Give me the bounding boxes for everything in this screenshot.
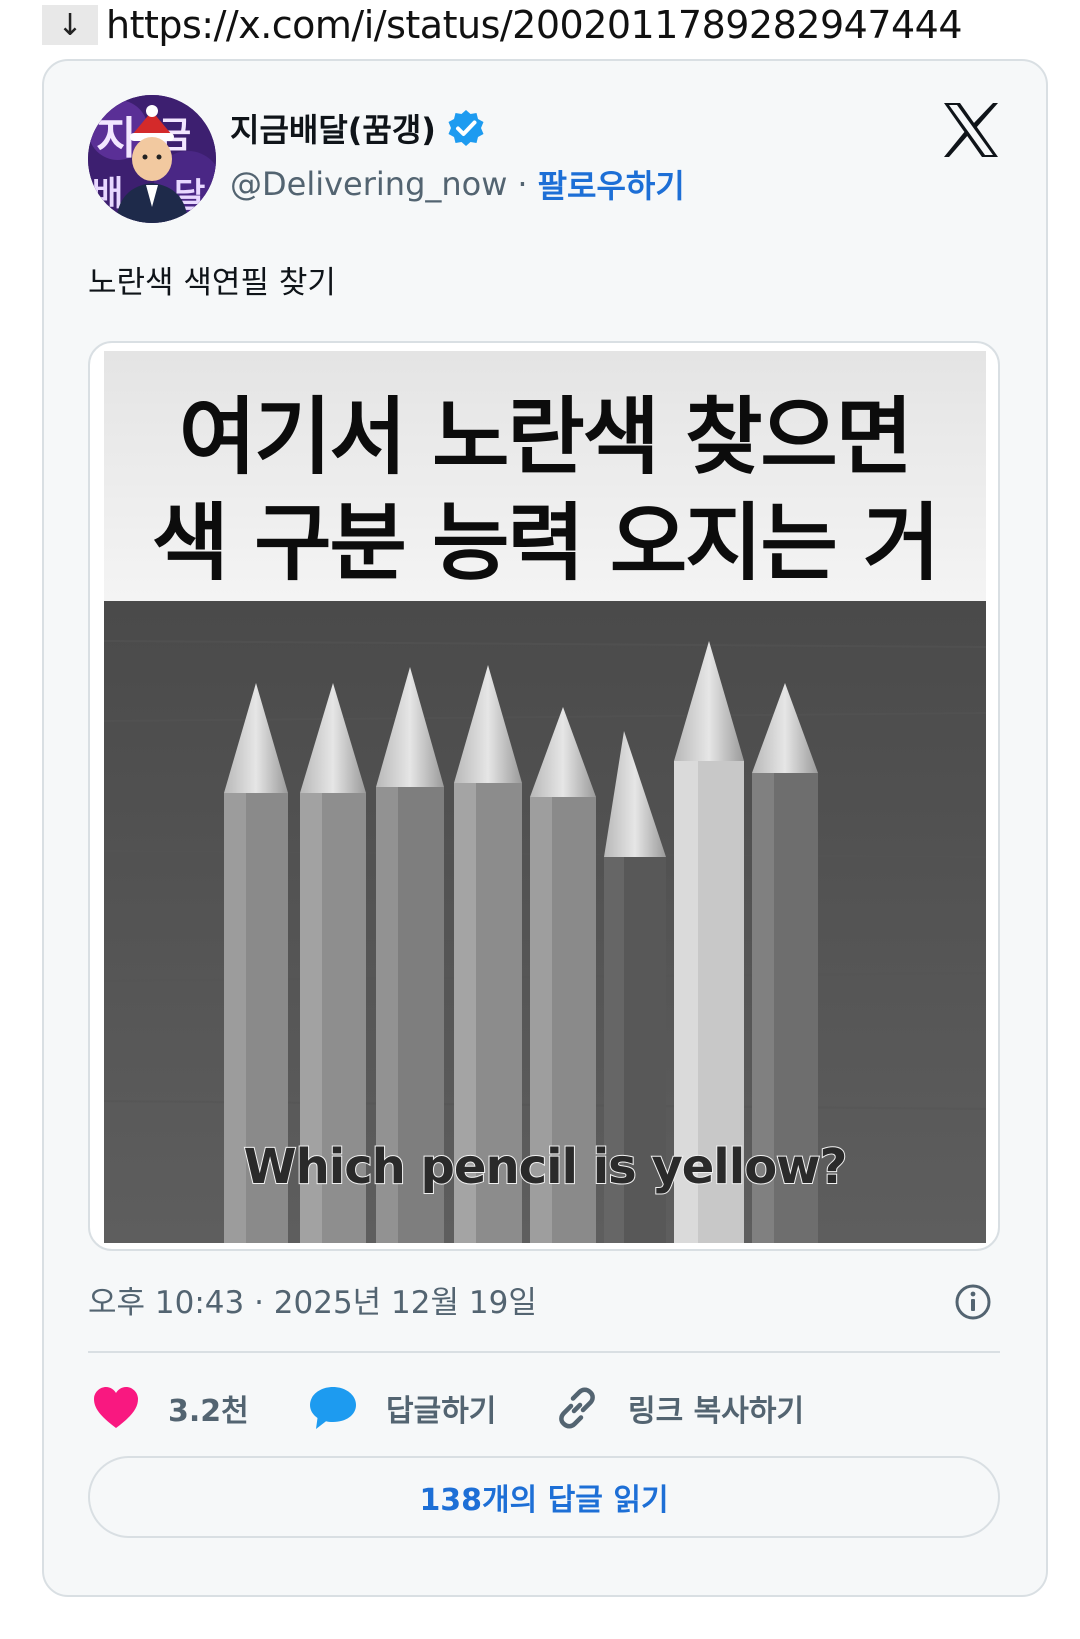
media-header: 여기서 노란색 찾으면 색 구분 능력 오지는 거 xyxy=(104,351,986,601)
url-text[interactable]: https://x.com/i/status/20020117892829474… xyxy=(106,3,963,47)
follow-link[interactable]: 팔로우하기 xyxy=(538,161,685,207)
heart-icon xyxy=(94,1387,138,1428)
display-name-text[interactable]: 지금배달(꿈갱) xyxy=(230,105,436,151)
action-bar: 3.2천 답글하기 링크 복사하기 xyxy=(88,1373,1000,1443)
divider xyxy=(88,1351,1000,1353)
url-bar[interactable]: ↓ https://x.com/i/status/200201178928294… xyxy=(42,0,963,50)
svg-text:배: 배 xyxy=(92,174,123,214)
handle[interactable]: @Delivering_now xyxy=(230,165,507,203)
headline-line-1: 여기서 노란색 찾으면 xyxy=(178,388,913,486)
speech-bubble-icon xyxy=(310,1387,356,1429)
like-count: 3.2천 xyxy=(168,1394,249,1429)
timestamp[interactable]: 오후 10:43 · 2025년 12월 19일 xyxy=(88,1277,537,1322)
link-icon xyxy=(559,1387,595,1429)
tweet-text: 노란색 색연필 찾기 xyxy=(88,265,336,301)
x-logo-icon[interactable] xyxy=(940,99,1002,161)
tweet-embed-card: 지 금 배 달 지금배달(꿈갱) @Delivering_now · 팔로우하기 xyxy=(42,59,1048,1597)
like-button[interactable]: 3.2천 xyxy=(92,1373,249,1443)
display-name[interactable]: 지금배달(꿈갱) xyxy=(230,105,486,151)
separator-dot: · xyxy=(517,165,528,203)
reply-button[interactable]: 답글하기 xyxy=(308,1373,496,1443)
info-icon[interactable] xyxy=(954,1283,992,1321)
avatar[interactable]: 지 금 배 달 xyxy=(88,95,216,223)
headline-line-2: 색 구분 능력 오지는 거 xyxy=(151,494,941,592)
verified-badge-icon xyxy=(448,110,484,146)
handle-row: @Delivering_now · 팔로우하기 xyxy=(230,161,685,207)
reply-label: 답글하기 xyxy=(386,1394,497,1429)
down-arrow-icon: ↓ xyxy=(42,5,98,45)
copy-link-label: 링크 복사하기 xyxy=(628,1394,805,1429)
media-caption: Which pencil is yellow? xyxy=(243,1138,849,1196)
read-replies-button[interactable]: 138개의 답글 읽기 xyxy=(88,1456,1000,1538)
tweet-media[interactable]: 여기서 노란색 찾으면 색 구분 능력 오지는 거 Which pencil i… xyxy=(88,341,1000,1251)
media-image[interactable]: 여기서 노란색 찾으면 색 구분 능력 오지는 거 Which pencil i… xyxy=(104,351,986,1243)
copy-link-button[interactable]: 링크 복사하기 xyxy=(554,1373,804,1443)
